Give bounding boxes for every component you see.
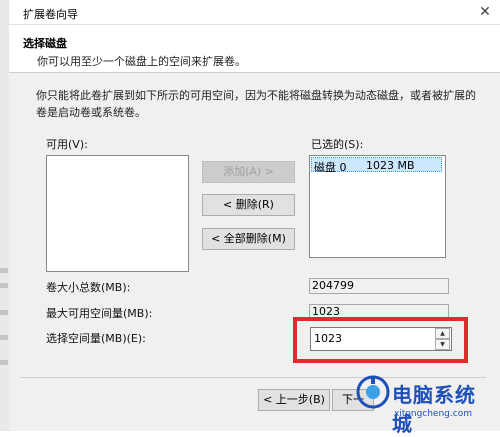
add-button[interactable]: 添加(A) > [202, 161, 295, 183]
selected-listbox[interactable]: 磁盘 0 1023 MB [309, 155, 446, 258]
watermark-url: xitongcheng.com [394, 409, 472, 419]
spinner-up-button[interactable]: ▲ [435, 328, 450, 339]
selected-label: 已选的(S): [311, 138, 364, 151]
list-item[interactable]: 磁盘 0 1023 MB [311, 157, 442, 174]
total-size-label: 卷大小总数(MB): [46, 281, 131, 294]
edge-mark [0, 335, 8, 340]
remove-all-button[interactable]: < 全部删除(M) [202, 228, 295, 250]
arrow-down-icon: ▼ [440, 341, 445, 348]
watermark-text: 电脑系统城 [392, 383, 476, 436]
back-button[interactable]: < 上一步(B) [258, 389, 330, 411]
disk-name: 磁盘 0 [314, 161, 347, 174]
select-space-label: 选择空间量(MB)(E): [46, 332, 146, 345]
arrow-up-icon: ▲ [440, 330, 445, 337]
close-icon: ✕ [479, 4, 491, 20]
remove-button[interactable]: < 删除(R) [202, 194, 295, 216]
wizard-header: 选择磁盘 你可以用至少一个磁盘上的空间来扩展卷。 [9, 25, 500, 73]
space-spinner[interactable]: 1023 ▲ ▼ [310, 327, 452, 351]
page-title: 选择磁盘 [23, 37, 67, 50]
watermark: 电脑系统城 xitongcheng.com [356, 369, 496, 436]
page-subtitle: 你可以用至少一个磁盘上的空间来扩展卷。 [37, 55, 246, 68]
disk-size: 1023 MB [366, 159, 415, 172]
space-input[interactable]: 1023 [314, 332, 342, 345]
close-button[interactable]: ✕ [475, 2, 495, 22]
edge-mark [0, 283, 8, 288]
title-bar: 扩展卷向导 ✕ [9, 0, 500, 25]
description-text: 你只能将此卷扩展到如下所示的可用空间，因为不能将磁盘转换为动态磁盘，或者被扩展的… [36, 89, 476, 119]
window-title: 扩展卷向导 [23, 8, 78, 21]
total-size-value: 204799 [309, 278, 449, 294]
spinner-down-button[interactable]: ▼ [435, 339, 450, 350]
available-label: 可用(V): [46, 138, 88, 151]
edge-mark [0, 360, 8, 365]
available-listbox[interactable] [46, 155, 189, 272]
edge-mark [0, 268, 8, 273]
wizard-content: 你只能将此卷扩展到如下所示的可用空间，因为不能将磁盘转换为动态磁盘，或者被扩展的… [9, 73, 500, 436]
edge-mark [0, 310, 8, 315]
max-space-label: 最大可用空间量(MB): [46, 307, 153, 320]
watermark-logo-icon [356, 375, 390, 409]
